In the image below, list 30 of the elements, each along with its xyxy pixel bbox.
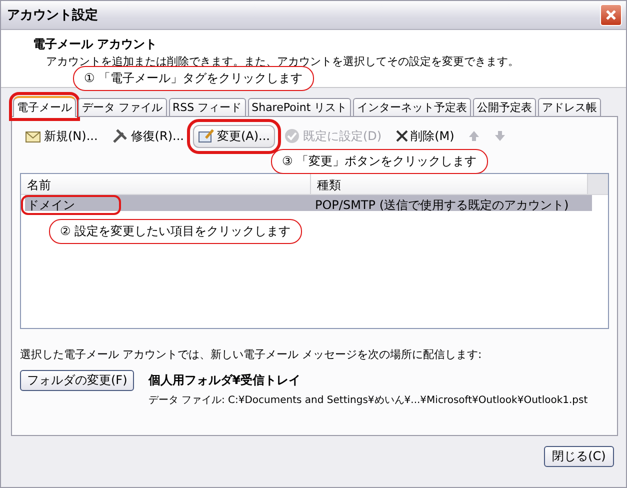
- repair-button[interactable]: 修復(R)...: [106, 124, 189, 148]
- instruction-callout: ① 「電子メール」タグをクリックします: [73, 66, 314, 91]
- envelope-icon: [25, 129, 41, 143]
- folder-name: 個人用フォルダ¥受信トレイ: [148, 372, 302, 389]
- delivery-text: 選択した電子メール アカウントでは、新しい電子メール メッセージを次の場所に配信します:: [20, 347, 483, 362]
- tab[interactable]: データ ファイル: [78, 98, 166, 117]
- table-cell: ドメイン: [21, 195, 121, 215]
- tab[interactable]: 公開予定表: [473, 98, 536, 117]
- tab[interactable]: アドレス帳: [538, 98, 602, 117]
- card-edit-icon: [198, 128, 214, 144]
- window-title: アカウント設定: [7, 6, 98, 24]
- tools-icon: [112, 128, 128, 144]
- close-icon: [605, 9, 617, 21]
- up-arrow-icon: [468, 130, 480, 142]
- delete-button[interactable]: 削除(M): [390, 124, 460, 148]
- change-folder-button[interactable]: フォルダの変更(F): [20, 370, 134, 391]
- tab[interactable]: SharePoint リスト: [248, 98, 352, 117]
- tab[interactable]: インターネット予定表: [353, 98, 472, 117]
- instruction-callout: ③ 「変更」ボタンをクリックします: [271, 149, 488, 174]
- down-arrow-icon: [494, 130, 506, 142]
- instruction-callout: ② 設定を変更したい項目をクリックします: [49, 219, 302, 244]
- new-button[interactable]: 新規(N)...: [20, 124, 103, 148]
- tab[interactable]: RSS フィード: [168, 98, 246, 117]
- data-file-path: データ ファイル: C:¥Documents and Settings¥めいん¥...¥Microsoft¥Outlook¥Outlook1.pst: [148, 394, 588, 407]
- delete-icon: [396, 130, 408, 142]
- check-icon: [284, 128, 300, 144]
- close-dialog-button[interactable]: 閉じる(C): [544, 446, 614, 467]
- table-cell-text: POP/SMTP (送信で使用する既定のアカウント): [315, 196, 570, 214]
- close-button[interactable]: [600, 4, 622, 26]
- header-title: 電子メール アカウント: [33, 36, 158, 53]
